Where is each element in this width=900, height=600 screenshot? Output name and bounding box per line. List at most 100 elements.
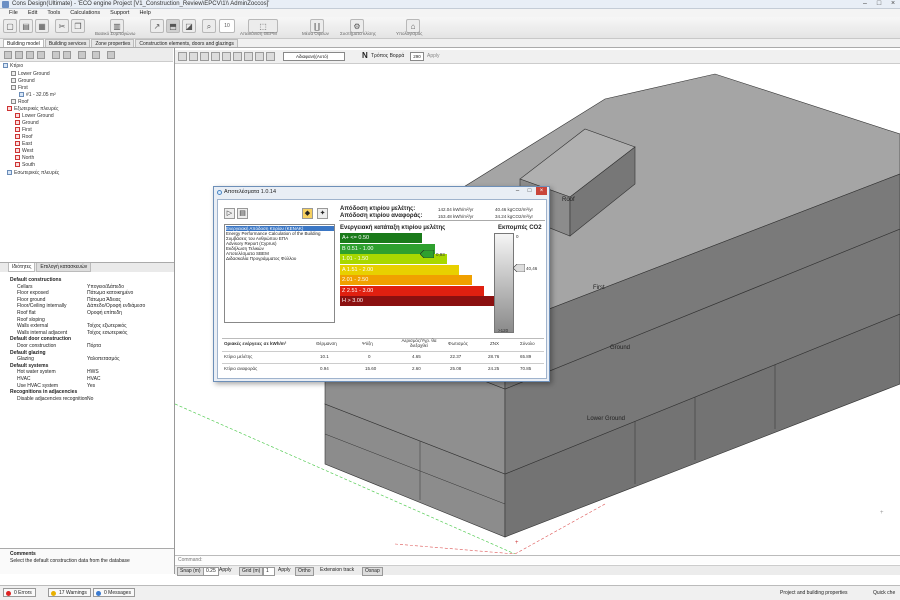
property-row[interactable]: Walls internal adjacent Τοίχος εσωτερικός bbox=[3, 330, 173, 336]
menu-help[interactable]: Help bbox=[139, 9, 150, 17]
menu-tools[interactable]: Tools bbox=[47, 9, 60, 17]
slope-tool-icon[interactable]: ◪ bbox=[182, 19, 196, 33]
property-value[interactable]: No bbox=[87, 396, 93, 402]
tree-copy-icon[interactable] bbox=[37, 51, 45, 59]
list-item[interactable]: Διδασκαλία Προγράμματος Φύλλου bbox=[226, 256, 334, 261]
property-row[interactable]: Cellars Υπογειο/Δάπεδο bbox=[3, 284, 173, 290]
north-angle-input[interactable]: 290 bbox=[410, 52, 424, 61]
property-value[interactable]: Υπογειο/Δάπεδο bbox=[87, 284, 124, 290]
menu-edit[interactable]: Edit bbox=[28, 9, 37, 17]
view-icon[interactable] bbox=[222, 52, 231, 61]
property-row[interactable]: Glazing Υαλοπετασμός bbox=[3, 356, 173, 362]
tab-zone-properties[interactable]: Zone properties bbox=[91, 39, 135, 47]
property-row[interactable]: Use HVAC system Yes bbox=[3, 383, 173, 389]
property-row[interactable]: Door construction Πόρτα bbox=[3, 343, 173, 349]
property-row[interactable]: Floor ground Πάτωμα Άδειας bbox=[3, 297, 173, 303]
snap-input[interactable]: 0.25 bbox=[203, 567, 219, 576]
tree-grid-icon[interactable] bbox=[78, 51, 86, 59]
tree-item[interactable]: Ground bbox=[15, 120, 39, 126]
property-row[interactable]: Roof flat Οροφή επίπεδη bbox=[3, 310, 173, 316]
tree-view-icon[interactable] bbox=[63, 51, 71, 59]
command-bar[interactable]: Command: bbox=[175, 555, 900, 564]
copy-icon[interactable]: ❐ bbox=[71, 19, 85, 33]
settings-icon[interactable]: ✦ bbox=[317, 208, 328, 219]
north-apply-button[interactable]: Apply bbox=[427, 53, 440, 59]
tree-item[interactable]: Εσωτερικές πλευρές bbox=[7, 170, 59, 176]
property-value[interactable]: Τοίχος εξωτερικός bbox=[87, 323, 127, 329]
grid-button[interactable]: Grid (m) bbox=[239, 567, 264, 576]
cut-icon[interactable]: ✂ bbox=[55, 19, 69, 33]
tree-item[interactable]: Roof bbox=[15, 134, 33, 140]
property-row[interactable]: Roof sloping bbox=[3, 317, 173, 323]
dialog-minimize-icon[interactable]: – bbox=[512, 187, 523, 195]
dialog-maximize-icon[interactable]: □ bbox=[524, 187, 535, 195]
view-icon[interactable] bbox=[244, 52, 253, 61]
ortho-button[interactable]: Ortho bbox=[295, 567, 314, 576]
snap-apply-button[interactable]: Apply bbox=[219, 567, 232, 574]
minimize-icon[interactable]: – bbox=[860, 0, 870, 8]
zoom-icon[interactable]: ⌕ bbox=[202, 19, 216, 33]
errors-button[interactable]: 0 Errors bbox=[3, 588, 36, 597]
property-row[interactable]: Floor exposed Πάτωμα κατοικημένο bbox=[3, 290, 173, 296]
property-value[interactable]: Πόρτα bbox=[87, 343, 101, 349]
property-row[interactable]: Hot water system HWS bbox=[3, 369, 173, 375]
extension-track-button[interactable]: Extension track bbox=[320, 567, 354, 574]
warnings-button[interactable]: 17 Warnings bbox=[48, 588, 91, 597]
messages-button[interactable]: 0 Messages bbox=[93, 588, 135, 597]
tree-item[interactable]: Κτίριο bbox=[3, 63, 23, 69]
view-icon[interactable] bbox=[189, 52, 198, 61]
tree-move-icon[interactable] bbox=[52, 51, 60, 59]
property-value[interactable]: HWS bbox=[87, 369, 99, 375]
tree-item[interactable]: Lower Ground bbox=[15, 113, 54, 119]
menu-support[interactable]: Support bbox=[110, 9, 129, 17]
tree-remove-icon[interactable] bbox=[15, 51, 23, 59]
property-row[interactable]: Floor/Ceiling internally Δάπεδο/Οροφή ενδ… bbox=[3, 303, 173, 309]
menu-calculations[interactable]: Calculations bbox=[70, 9, 100, 17]
maximize-icon[interactable]: □ bbox=[874, 0, 884, 8]
grid-apply-button[interactable]: Apply bbox=[278, 567, 291, 574]
property-row[interactable]: Disable adjacencies recognition No bbox=[3, 396, 173, 402]
report-icon[interactable]: ▤ bbox=[237, 208, 248, 219]
property-row[interactable]: HVAC HVAC bbox=[3, 376, 173, 382]
project-properties-link[interactable]: Project and building properties bbox=[780, 589, 848, 597]
property-row[interactable]: Walls external Τοίχος εξωτερικός bbox=[3, 323, 173, 329]
save-icon[interactable]: ▦ bbox=[35, 19, 49, 33]
tab-building-services[interactable]: Building services bbox=[44, 39, 91, 47]
osnap-button[interactable]: Osnap bbox=[362, 567, 383, 576]
tree-item[interactable]: #1 - 32.05 m² bbox=[19, 92, 56, 98]
tree-edit-icon[interactable] bbox=[26, 51, 34, 59]
tree-item[interactable]: Roof bbox=[11, 99, 29, 105]
tree-item[interactable]: Εξωτερικές πλευρές bbox=[7, 106, 59, 112]
view-icon[interactable] bbox=[200, 52, 209, 61]
tree-item[interactable]: First bbox=[11, 85, 28, 91]
view-icon[interactable] bbox=[178, 52, 187, 61]
property-value[interactable]: Yes bbox=[87, 383, 95, 389]
tree-item[interactable]: Ground bbox=[11, 78, 35, 84]
quick-check-link[interactable]: Quick che bbox=[873, 589, 895, 597]
tree-item[interactable]: Lower Ground bbox=[11, 71, 50, 77]
view-icon[interactable] bbox=[266, 52, 275, 61]
property-value[interactable]: Πάτωμα κατοικημένο bbox=[87, 290, 133, 296]
tab-construction-elements[interactable]: Construction elements, doors and glazing… bbox=[135, 39, 238, 47]
menu-file[interactable]: File bbox=[9, 9, 18, 17]
open-icon[interactable]: ▤ bbox=[19, 19, 33, 33]
snap-button[interactable]: Snap (m) bbox=[177, 567, 204, 576]
render-mode-select[interactable]: Αδιαφανή(Αυτό) bbox=[283, 52, 345, 61]
zoom-field[interactable]: 10 bbox=[219, 19, 235, 33]
dialog-close-icon[interactable]: × bbox=[536, 187, 547, 195]
tree-print-icon[interactable] bbox=[92, 51, 100, 59]
new-icon[interactable]: ▢ bbox=[3, 19, 17, 33]
property-value[interactable]: Τοίχος εσωτερικός bbox=[87, 330, 127, 336]
wall-tool-icon[interactable]: ⬒ bbox=[166, 19, 180, 33]
tree-item[interactable]: First bbox=[15, 127, 32, 133]
close-icon[interactable]: × bbox=[888, 0, 898, 8]
property-value[interactable]: Οροφή επίπεδη bbox=[87, 310, 122, 316]
property-value[interactable]: Πάτωμα Άδειας bbox=[87, 297, 121, 303]
tab-building-model[interactable]: Building model bbox=[3, 39, 44, 47]
run-icon[interactable]: ▷ bbox=[224, 208, 235, 219]
view-icon[interactable] bbox=[233, 52, 242, 61]
tree-add-icon[interactable] bbox=[4, 51, 12, 59]
property-value[interactable]: Υαλοπετασμός bbox=[87, 356, 120, 362]
tab-properties[interactable]: Ιδιότητες bbox=[8, 263, 36, 272]
view-icon[interactable] bbox=[211, 52, 220, 61]
